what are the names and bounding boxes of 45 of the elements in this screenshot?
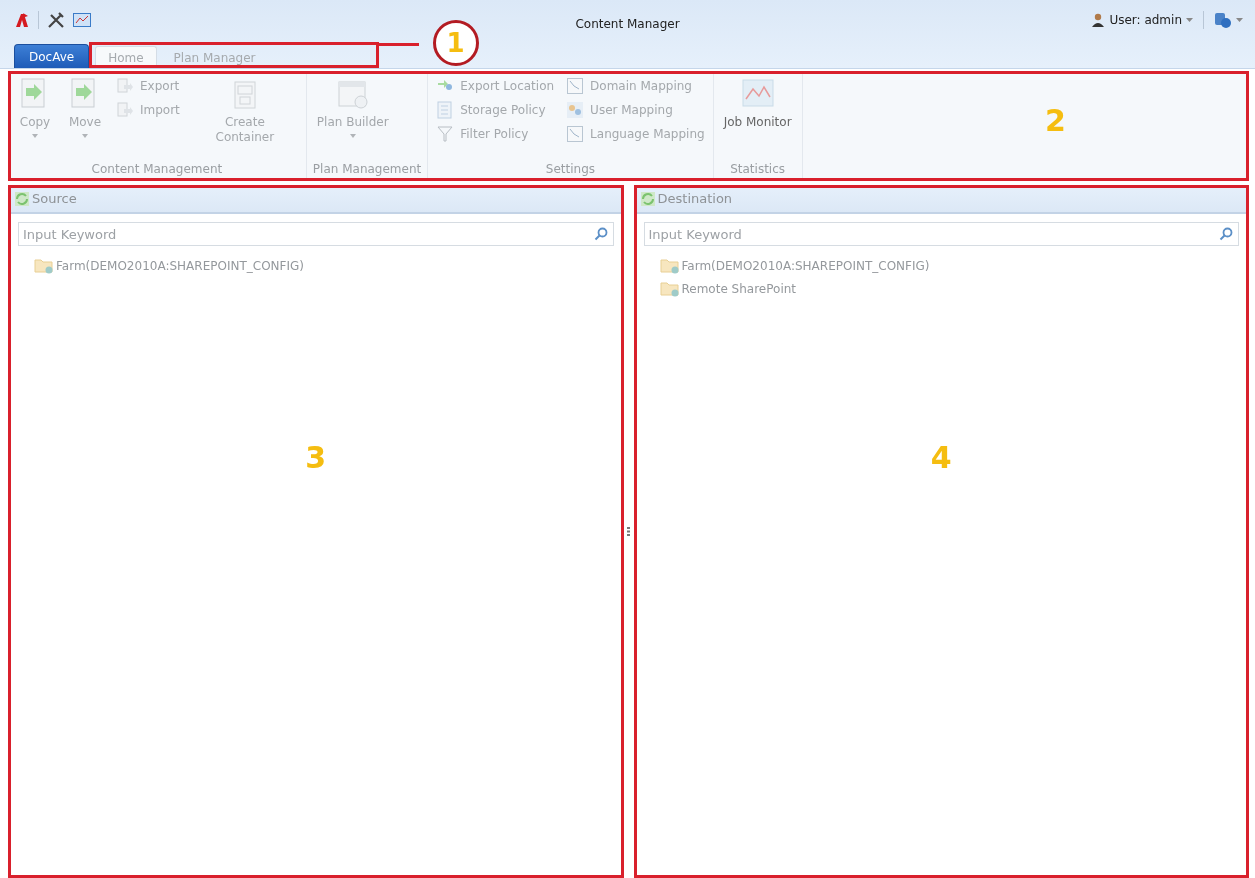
document-arrow-icon: [116, 101, 134, 119]
search-field[interactable]: Input Keyword: [18, 222, 614, 246]
list-icon: [436, 101, 455, 119]
folder-icon: [659, 281, 680, 297]
tree-item[interactable]: Farm(DEMO2010A:SHAREPOINT_CONFIG): [681, 259, 930, 273]
caret-icon: [1186, 18, 1193, 22]
callout-number: 1: [432, 20, 479, 66]
folder-icon: [659, 258, 680, 274]
help-icon: [1214, 12, 1232, 28]
leader-line: [378, 43, 419, 46]
splitter-grip-icon[interactable]: [627, 527, 630, 536]
sync-icon: [639, 190, 656, 207]
folder-icon: [34, 258, 54, 274]
callout-number: 2: [1045, 103, 1066, 138]
callout-number: 4: [930, 440, 952, 475]
tree-item[interactable]: Remote SharePoint: [681, 282, 797, 296]
window-title: Content Manager: [574, 17, 681, 31]
app-menu-button[interactable]: DocAve: [14, 44, 90, 68]
caret-icon: [1236, 18, 1243, 22]
user-menu[interactable]: User: admin: [1089, 11, 1195, 29]
chart-icon[interactable]: [73, 13, 91, 27]
callout-number: 3: [305, 440, 327, 475]
people-icon: [566, 101, 585, 119]
tab[interactable]: Home: [95, 46, 157, 68]
sync-icon: [14, 190, 30, 207]
ribbon-group-label: Content Management: [90, 162, 224, 178]
tree-item[interactable]: Farm(DEMO2010A:SHAREPOINT_CONFIG): [56, 259, 304, 273]
search-icon[interactable]: [593, 227, 608, 241]
help-menu-button[interactable]: [1212, 10, 1245, 30]
mapping-icon: [566, 125, 585, 143]
tools-icon[interactable]: [47, 12, 65, 28]
mapping-icon: [566, 77, 585, 95]
logo-icon[interactable]: [14, 12, 30, 28]
filter-icon: [436, 125, 455, 143]
ribbon-group-label: Settings: [544, 162, 597, 178]
tab[interactable]: Plan Manager: [160, 46, 269, 68]
ribbon-group-label: Plan Management: [312, 162, 422, 178]
search-icon[interactable]: [1219, 227, 1233, 241]
ribbon-button[interactable]: Job Monitor: [719, 73, 796, 162]
user-icon: [1091, 13, 1106, 27]
document-arrow-icon: [116, 77, 134, 95]
ribbon-group-label: Statistics: [729, 162, 787, 178]
panel-title: Destination: [657, 191, 733, 206]
panel-title: Source: [32, 191, 77, 206]
search-field[interactable]: Input Keyword: [643, 222, 1239, 246]
